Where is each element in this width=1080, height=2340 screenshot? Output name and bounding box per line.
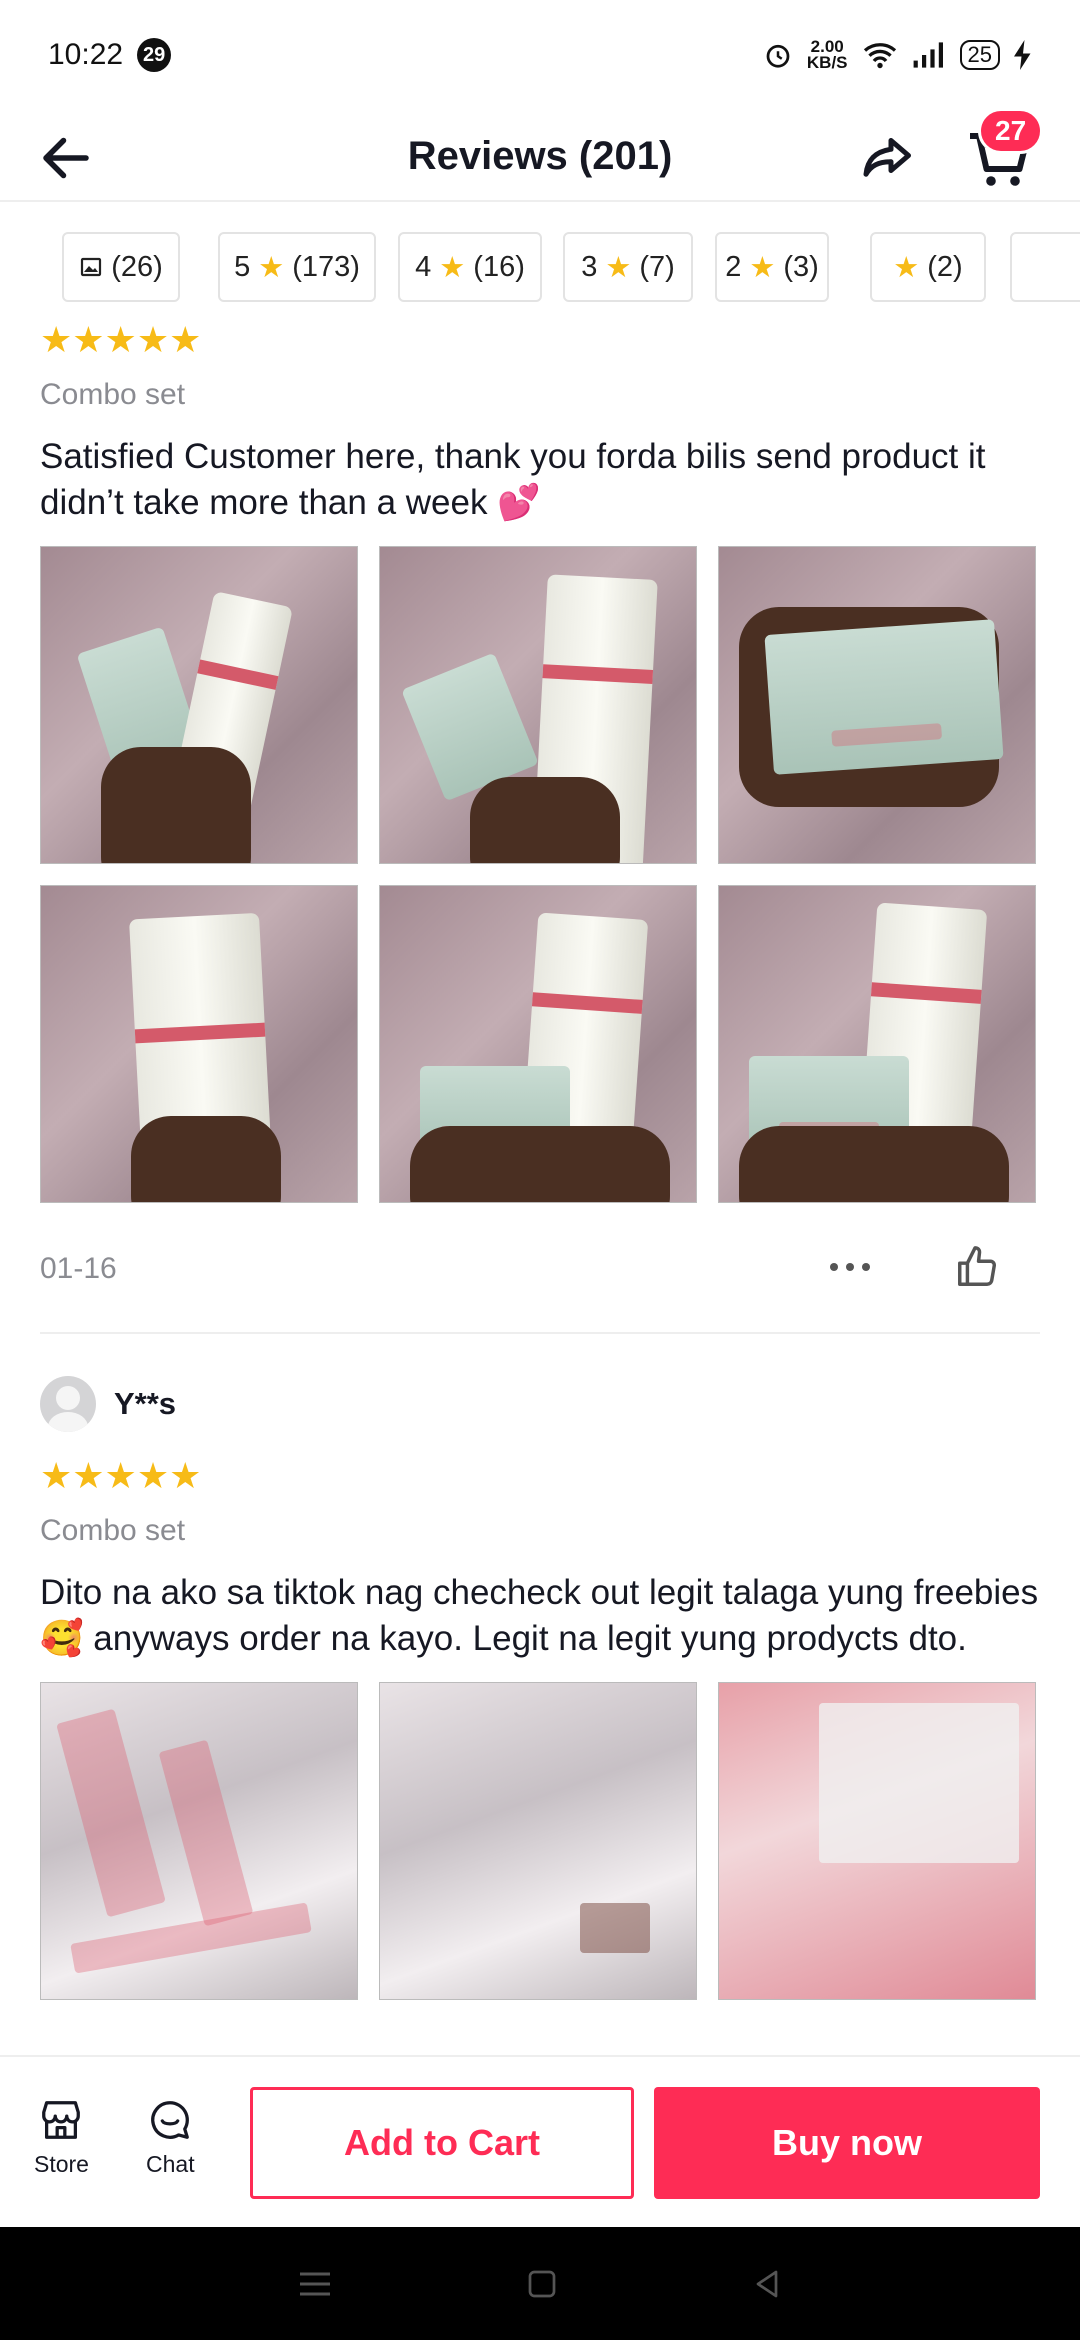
net-speed: 2.00 KB/S bbox=[806, 37, 848, 72]
share-button[interactable] bbox=[856, 128, 920, 188]
battery-indicator: 25 bbox=[959, 40, 1000, 70]
review-meta: 01-16 bbox=[40, 1239, 1040, 1299]
review-card: ★★★★★ Combo set Satisfied Customer here,… bbox=[40, 320, 1040, 1299]
review-photo[interactable] bbox=[379, 546, 697, 864]
image-icon bbox=[81, 257, 102, 277]
review-photo[interactable] bbox=[718, 885, 1036, 1203]
star-icon: ★ bbox=[258, 251, 285, 284]
add-to-cart-button[interactable]: Add to Cart bbox=[250, 2087, 634, 2199]
review-text: Dito na ako sa tiktok nag checheck out l… bbox=[40, 1573, 1039, 1658]
alarm-icon bbox=[766, 44, 790, 68]
store-button[interactable]: Store bbox=[34, 2097, 89, 2178]
star-rating: ★★★★★ bbox=[40, 320, 202, 360]
review-divider bbox=[40, 1332, 1040, 1334]
review-photo[interactable] bbox=[718, 546, 1036, 864]
review-card: Y**s ★★★★★ Combo set Dito na ako sa tikt… bbox=[40, 1376, 1040, 2000]
rating-filters: (26) 5 ★ (173) 4 ★ (16) 3 ★ (7) 2 ★ (3) ★ (2) bbox=[0, 202, 1080, 332]
review-photo[interactable] bbox=[40, 546, 358, 864]
chat-button[interactable]: Chat bbox=[146, 2097, 195, 2178]
review-photo-grid bbox=[40, 546, 1040, 1203]
review-photo[interactable] bbox=[379, 885, 697, 1203]
charging-icon bbox=[1014, 40, 1031, 70]
store-icon bbox=[42, 2101, 81, 2139]
bottom-action-bar: Store Chat Add to Cart Buy now bbox=[0, 2055, 1080, 2227]
header: Reviews (201) 27 bbox=[0, 108, 1080, 202]
filter-chip-3-star[interactable]: 3 ★ (7) bbox=[563, 232, 693, 302]
star-rating: ★★★★★ bbox=[40, 1455, 202, 1496]
review-text: Satisfied Customer here, thank you forda… bbox=[40, 437, 986, 522]
more-horizontal-icon bbox=[830, 1262, 870, 1271]
share-icon bbox=[863, 138, 911, 177]
review-photo[interactable] bbox=[40, 1682, 358, 2000]
back-triangle-icon[interactable] bbox=[749, 2266, 785, 2302]
filter-chip-1-star[interactable]: ★ (2) bbox=[870, 232, 986, 302]
chat-icon bbox=[151, 2101, 190, 2139]
thumbs-up-icon bbox=[958, 1245, 996, 1286]
wifi-icon bbox=[863, 43, 896, 69]
star-icon: ★ bbox=[749, 251, 776, 284]
review-variant: Combo set bbox=[40, 378, 186, 411]
status-bar: 10:22 29 2.00 KB/S 25 bbox=[0, 0, 1080, 110]
filter-chip-more[interactable] bbox=[1010, 232, 1080, 302]
home-icon[interactable] bbox=[524, 2266, 560, 2302]
star-icon: ★ bbox=[439, 251, 466, 284]
filter-chip-5-star[interactable]: 5 ★ (173) bbox=[218, 232, 376, 302]
system-nav-bar bbox=[0, 2227, 1080, 2340]
menu-icon[interactable] bbox=[295, 2267, 335, 2301]
review-variant: Combo set bbox=[40, 1514, 186, 1547]
clock: 10:22 bbox=[48, 38, 124, 71]
username: Y**s bbox=[114, 1386, 177, 1421]
review-author[interactable]: Y**s bbox=[40, 1376, 1040, 1432]
review-photo[interactable] bbox=[718, 1682, 1036, 2000]
star-icon: ★ bbox=[893, 251, 920, 284]
like-button[interactable] bbox=[954, 1244, 1000, 1295]
filter-chip-4-star[interactable]: 4 ★ (16) bbox=[398, 232, 542, 302]
review-photo[interactable] bbox=[40, 885, 358, 1203]
signal-icon bbox=[913, 42, 943, 68]
reviews-list: ★★★★★ Combo set Satisfied Customer here,… bbox=[0, 320, 1080, 2055]
cart-count-badge: 27 bbox=[978, 108, 1044, 154]
filter-chip-photos[interactable]: (26) bbox=[62, 232, 180, 302]
review-photo[interactable] bbox=[379, 1682, 697, 2000]
star-icon: ★ bbox=[605, 251, 632, 284]
avatar bbox=[40, 1376, 96, 1432]
filter-chip-2-star[interactable]: 2 ★ (3) bbox=[715, 232, 829, 302]
more-options-button[interactable] bbox=[826, 1257, 874, 1282]
buy-now-button[interactable]: Buy now bbox=[654, 2087, 1040, 2199]
notification-badge: 29 bbox=[137, 38, 172, 72]
review-photo-grid bbox=[40, 1682, 1040, 2000]
review-date: 01-16 bbox=[40, 1252, 117, 1285]
